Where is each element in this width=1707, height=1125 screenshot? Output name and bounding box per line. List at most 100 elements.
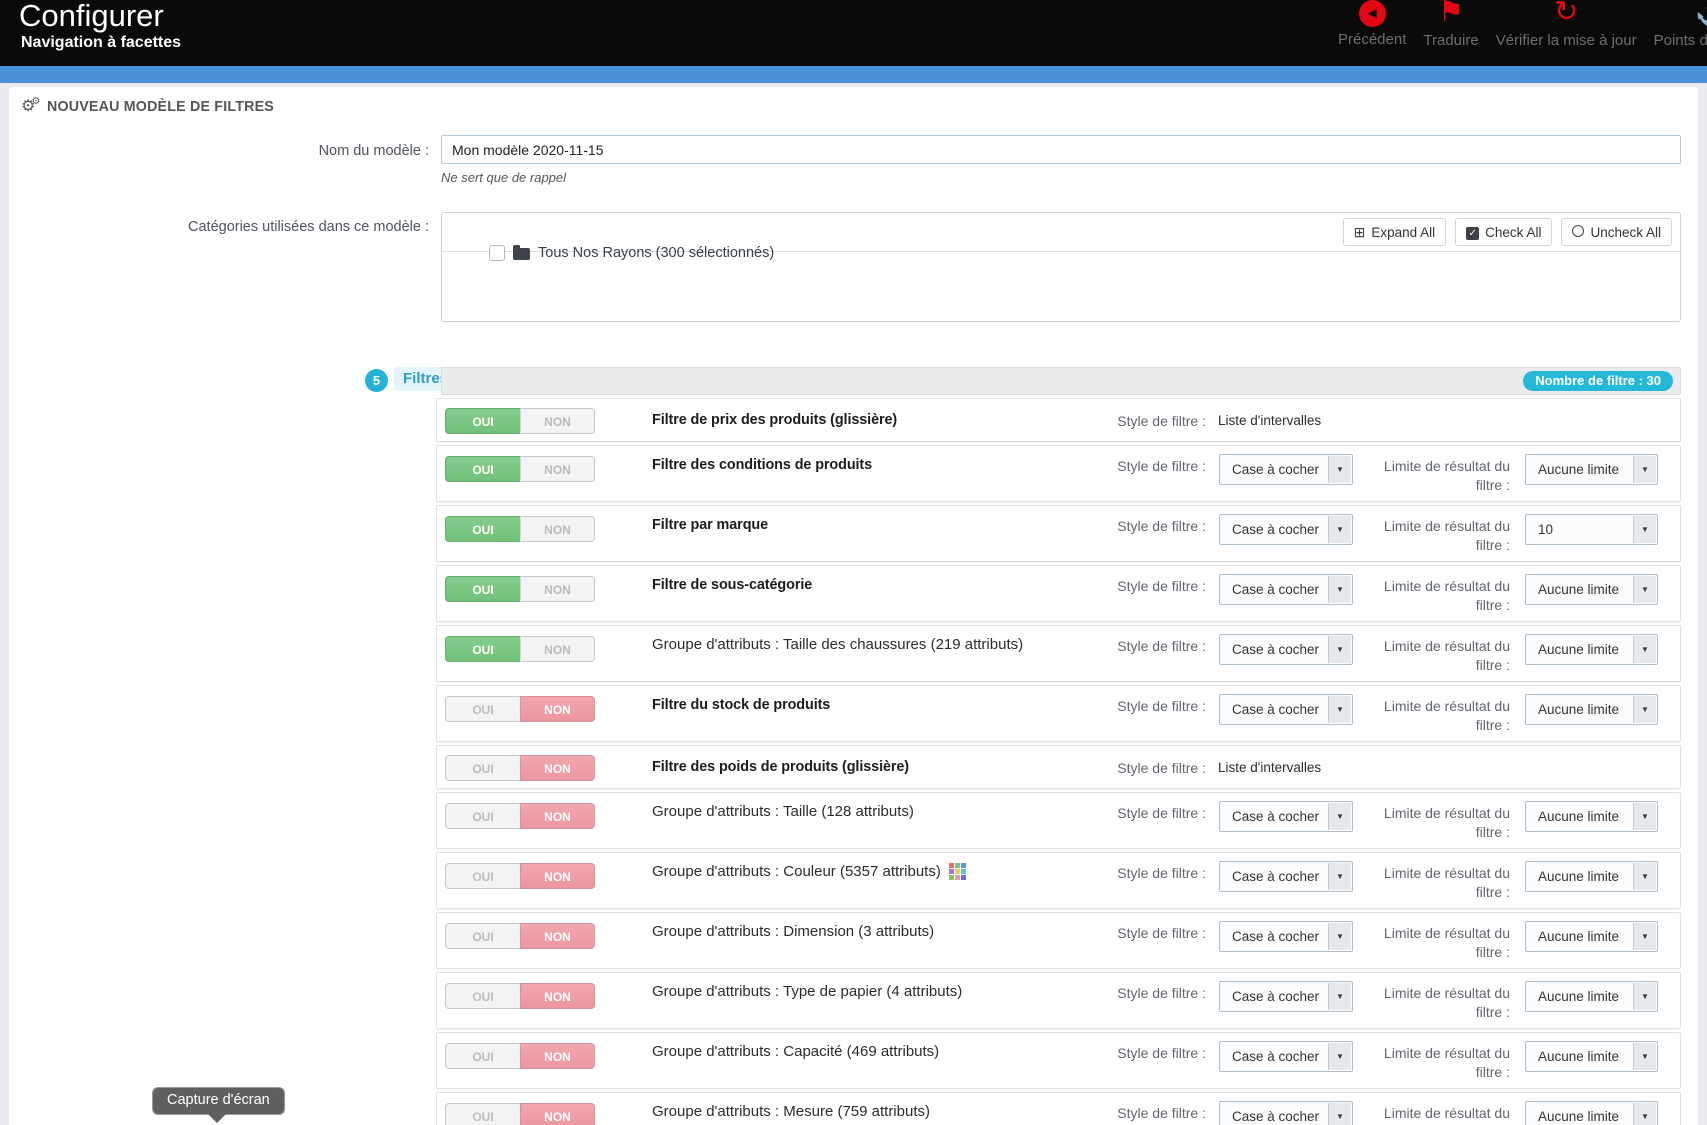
filter-limit-select[interactable]: Aucune limite ▼ (1525, 574, 1658, 605)
filters-count-bubble: 5 (365, 369, 388, 392)
expand-icon: ⊞ (1353, 224, 1366, 240)
chevron-down-icon: ▼ (1633, 456, 1656, 483)
chevron-down-icon: ▼ (1328, 696, 1351, 723)
filter-style-select[interactable]: Case à cocher ▼ (1219, 454, 1353, 485)
toggle-non-button[interactable]: NON (520, 803, 595, 829)
toggle-non-button[interactable]: NON (520, 516, 595, 542)
filter-limit-label: Limite de résultat dufiltre : (1383, 1045, 1510, 1080)
filter-style-select[interactable]: Case à cocher ▼ (1219, 634, 1353, 665)
toggle-non-button[interactable]: NON (520, 456, 595, 482)
cogs-icon: ⚙⚙ (21, 96, 41, 115)
enabled-toggle[interactable]: OUI NON (445, 516, 595, 542)
filter-style-select[interactable]: Case à cocher ▼ (1219, 694, 1353, 725)
filter-limit-select[interactable]: Aucune limite ▼ (1525, 634, 1658, 665)
toggle-oui-button[interactable]: OUI (445, 696, 520, 722)
enabled-toggle[interactable]: OUI NON (445, 755, 595, 781)
toggle-non-button[interactable]: NON (520, 408, 595, 434)
toggle-oui-button[interactable]: OUI (445, 923, 520, 949)
filter-limit-select[interactable]: Aucune limite ▼ (1525, 1041, 1658, 1072)
header-toolbar: ◄ Précédent ⚑ Traduire ↻ Vérifier la mis… (1338, 0, 1707, 66)
tree-button-expand-all[interactable]: ⊞ Expand All (1342, 218, 1447, 246)
toolbar-item[interactable]: ↻ Vérifier la mise à jour (1496, 0, 1637, 49)
toggle-oui-button[interactable]: OUI (445, 803, 520, 829)
toggle-oui-button[interactable]: OUI (445, 1043, 520, 1069)
enabled-toggle[interactable]: OUI NON (445, 1043, 595, 1069)
toggle-oui-button[interactable]: OUI (445, 983, 520, 1009)
filters-total-badge: Nombre de filtre : 30 (1523, 371, 1673, 391)
enabled-toggle[interactable]: OUI NON (445, 923, 595, 949)
enabled-toggle[interactable]: OUI NON (445, 803, 595, 829)
toggle-oui-button[interactable]: OUI (445, 755, 520, 781)
filter-limit-select[interactable]: Aucune limite ▼ (1525, 1101, 1658, 1125)
filter-title: Groupe d'attributs : Type de papier (4 a… (652, 983, 963, 1000)
toggle-non-button[interactable]: NON (520, 983, 595, 1009)
filter-limit-select[interactable]: Aucune limite ▼ (1525, 694, 1658, 725)
filter-limit-select[interactable]: Aucune limite ▼ (1525, 921, 1658, 952)
toolbar-item[interactable]: ⚓ Points d'accroche (1654, 0, 1707, 49)
toolbar-item[interactable]: ⚑ Traduire (1423, 0, 1478, 49)
category-tree-root-label: Tous Nos Rayons (300 sélectionnés) (538, 245, 775, 261)
filter-limit-select[interactable]: Aucune limite ▼ (1525, 801, 1658, 832)
filter-style-select[interactable]: Case à cocher ▼ (1219, 1101, 1353, 1125)
model-name-input[interactable] (441, 135, 1681, 164)
enabled-toggle[interactable]: OUI NON (445, 1103, 595, 1125)
toggle-non-button[interactable]: NON (520, 1043, 595, 1069)
toggle-non-button[interactable]: NON (520, 863, 595, 889)
chevron-down-icon: ▼ (1633, 636, 1656, 663)
filter-style-label: Style de filtre : (1117, 638, 1206, 654)
category-checkbox[interactable] (489, 245, 505, 261)
toggle-non-button[interactable]: NON (520, 1103, 595, 1125)
tree-button-check-all[interactable]: ✓ Check All (1455, 218, 1553, 246)
tree-button-label: Check All (1485, 224, 1542, 240)
enabled-toggle[interactable]: OUI NON (445, 408, 595, 434)
toggle-non-button[interactable]: NON (520, 636, 595, 662)
chevron-down-icon: ▼ (1328, 983, 1351, 1010)
chevron-down-icon: ▼ (1633, 863, 1656, 890)
filter-style-select[interactable]: Case à cocher ▼ (1219, 981, 1353, 1012)
toggle-oui-button[interactable]: OUI (445, 516, 520, 542)
enabled-toggle[interactable]: OUI NON (445, 863, 595, 889)
toggle-non-button[interactable]: NON (520, 576, 595, 602)
enabled-toggle[interactable]: OUI NON (445, 456, 595, 482)
filter-limit-label: Limite de résultat dufiltre : (1383, 805, 1510, 840)
toolbar-item-label: Précédent (1338, 31, 1407, 48)
filter-style-select[interactable]: Case à cocher ▼ (1219, 921, 1353, 952)
toggle-oui-button[interactable]: OUI (445, 863, 520, 889)
filter-title: Filtre par marque (652, 516, 769, 533)
category-tree: ⊞ Expand All ✓ Check All Uncheck All Tou… (441, 212, 1681, 322)
filter-limit-select[interactable]: Aucune limite ▼ (1525, 454, 1658, 485)
filter-limit-label: Limite de résultat dufiltre : (1383, 925, 1510, 960)
toggle-non-button[interactable]: NON (520, 696, 595, 722)
enabled-toggle[interactable]: OUI NON (445, 696, 595, 722)
enabled-toggle[interactable]: OUI NON (445, 576, 595, 602)
tree-button-uncheck-all[interactable]: Uncheck All (1561, 218, 1672, 246)
filter-style-select[interactable]: Case à cocher ▼ (1219, 1041, 1353, 1072)
filter-style-label: Style de filtre : (1117, 865, 1206, 881)
filter-row: OUI NON Groupe d'attributs : Capacité (4… (436, 1032, 1681, 1089)
toggle-oui-button[interactable]: OUI (445, 1103, 520, 1125)
enabled-toggle[interactable]: OUI NON (445, 636, 595, 662)
model-name-label: Nom du modèle : (318, 143, 429, 159)
filter-style-select[interactable]: Case à cocher ▼ (1219, 801, 1353, 832)
filter-limit-select[interactable]: Aucune limite ▼ (1525, 981, 1658, 1012)
toolbar-item[interactable]: ◄ Précédent (1338, 0, 1406, 48)
filter-style-select[interactable]: Case à cocher ▼ (1219, 574, 1353, 605)
filter-style-select[interactable]: Case à cocher ▼ (1219, 514, 1353, 545)
filter-limit-label: Limite de résultat dufiltre : (1383, 458, 1510, 493)
toggle-non-button[interactable]: NON (520, 755, 595, 781)
toolbar-item-label: Traduire (1423, 32, 1479, 49)
filter-title: Filtre de prix des produits (glissière) (652, 411, 898, 428)
toggle-oui-button[interactable]: OUI (445, 636, 520, 662)
category-tree-root-item[interactable]: Tous Nos Rayons (300 sélectionnés) (489, 245, 774, 261)
filter-style-value: Liste d'intervalles (1218, 413, 1322, 428)
filter-limit-label: Limite de résultat dufiltre : (1383, 578, 1510, 613)
toggle-oui-button[interactable]: OUI (445, 576, 520, 602)
filter-style-select[interactable]: Case à cocher ▼ (1219, 861, 1353, 892)
toggle-non-button[interactable]: NON (520, 923, 595, 949)
toggle-oui-button[interactable]: OUI (445, 456, 520, 482)
toggle-oui-button[interactable]: OUI (445, 408, 520, 434)
filter-limit-select[interactable]: 10 ▼ (1525, 514, 1658, 545)
filter-limit-select[interactable]: Aucune limite ▼ (1525, 861, 1658, 892)
chevron-down-icon: ▼ (1633, 516, 1656, 543)
enabled-toggle[interactable]: OUI NON (445, 983, 595, 1009)
